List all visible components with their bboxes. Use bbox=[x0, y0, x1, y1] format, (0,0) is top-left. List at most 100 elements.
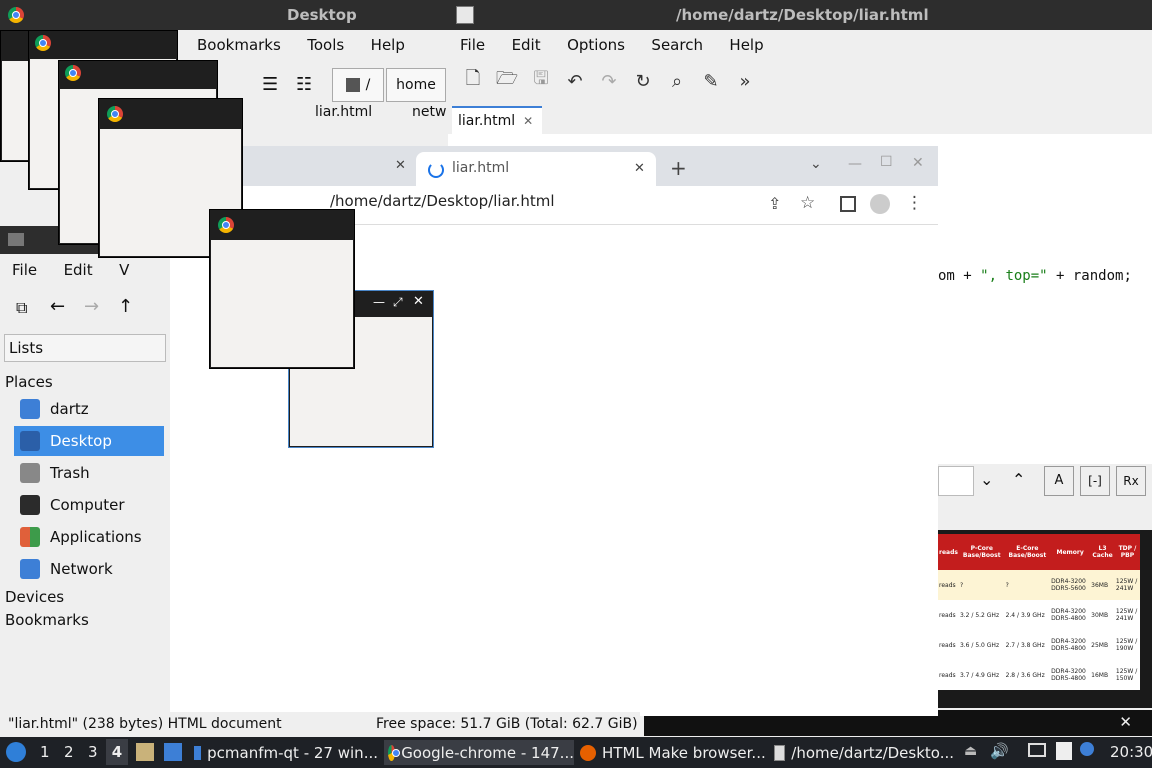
maximize-icon[interactable]: ☐ bbox=[880, 154, 893, 170]
detail-view-icon[interactable]: ☷ bbox=[296, 74, 312, 95]
workspace-4[interactable]: 4 bbox=[106, 739, 128, 765]
task-editor[interactable]: /home/dartz/Deskto... bbox=[774, 740, 954, 765]
minimize-icon[interactable]: — bbox=[848, 156, 862, 172]
editor-title: /home/dartz/Desktop/liar.html bbox=[676, 6, 929, 24]
back-arrow-icon[interactable]: ← bbox=[50, 296, 65, 317]
workspace-1[interactable]: 1 bbox=[40, 743, 50, 761]
profile-avatar[interactable] bbox=[870, 194, 890, 214]
chevron-up-icon[interactable]: ⌃ bbox=[1012, 470, 1025, 489]
tab-search-icon[interactable]: ⌄ bbox=[810, 156, 822, 172]
sidebar-item-dartz[interactable]: dartz bbox=[14, 394, 164, 424]
find-combo[interactable] bbox=[938, 466, 974, 496]
find-icon[interactable]: ⌕ bbox=[662, 66, 692, 96]
close-window-icon[interactable]: ✕ bbox=[912, 155, 924, 171]
editor-toolbar: 🗋 🗁 🖫 ↶ ↷ ↻ ⌕ ✎ » bbox=[458, 66, 760, 96]
workspace-2[interactable]: 2 bbox=[64, 743, 74, 761]
fm-menu-file[interactable]: File bbox=[12, 261, 37, 279]
side-panel-icon[interactable] bbox=[840, 196, 856, 212]
forward-arrow-icon[interactable]: → bbox=[84, 296, 99, 317]
chrome-tab-title: liar.html bbox=[452, 160, 510, 176]
table-cell: 3.7 / 4.9 GHz bbox=[959, 671, 1000, 679]
show-desktop-icon[interactable] bbox=[164, 743, 182, 761]
url-text[interactable]: /home/dartz/Desktop/liar.html bbox=[330, 192, 555, 210]
editor-menu-help[interactable]: Help bbox=[729, 36, 763, 54]
more-icon[interactable]: » bbox=[730, 66, 760, 96]
task-firefox[interactable]: HTML Make browser... bbox=[580, 740, 766, 765]
sidebar-item-computer[interactable]: Computer bbox=[14, 490, 164, 520]
workspace-3[interactable]: 3 bbox=[88, 743, 98, 761]
path-root-button[interactable]: / bbox=[332, 68, 384, 102]
status-free-space: Free space: 51.7 GiB (Total: 62.7 GiB) bbox=[376, 716, 638, 732]
menu-bookmarks[interactable]: Bookmarks bbox=[197, 36, 281, 54]
task-pcmanfm[interactable]: pcmanfm-qt - 27 win... bbox=[194, 740, 378, 765]
close-icon[interactable]: ✕ bbox=[413, 294, 424, 309]
chevron-down-icon[interactable]: ⌄ bbox=[980, 470, 993, 489]
app-menu-icon[interactable] bbox=[6, 742, 26, 762]
new-file-icon[interactable]: 🗋 bbox=[458, 66, 488, 96]
list-view-icon[interactable]: ☰ bbox=[262, 74, 278, 95]
reload-icon[interactable]: ↻ bbox=[628, 66, 658, 96]
fm-menu-edit[interactable]: Edit bbox=[64, 261, 93, 279]
close-icon[interactable]: ✕ bbox=[395, 158, 406, 173]
new-window-icon[interactable]: ⧉ bbox=[16, 298, 27, 318]
regex-icon[interactable]: Rx bbox=[1116, 466, 1146, 496]
clock: 20:30 bbox=[1110, 743, 1152, 761]
undo-icon[interactable]: ↶ bbox=[560, 66, 590, 96]
editor-menu-search[interactable]: Search bbox=[651, 36, 703, 54]
notification-icon[interactable] bbox=[1080, 742, 1094, 756]
chrome-tab-active[interactable]: liar.html ✕ bbox=[416, 152, 656, 186]
sidebar-item-label: Desktop bbox=[50, 432, 112, 450]
side-pane-mode-combo[interactable]: Lists bbox=[4, 334, 166, 362]
fm-menu-view[interactable]: V bbox=[119, 261, 129, 279]
bookmark-star-icon[interactable]: ☆ bbox=[800, 193, 815, 213]
sidebar-item-label: Applications bbox=[50, 528, 142, 546]
minimize-icon[interactable]: — bbox=[373, 295, 385, 309]
editor-menu-file[interactable]: File bbox=[460, 36, 485, 54]
editor-tab[interactable]: liar.html ✕ bbox=[452, 106, 542, 134]
popup-window[interactable] bbox=[209, 209, 355, 369]
task-chrome[interactable]: Google-chrome - 147... bbox=[384, 740, 574, 765]
path-segment: home bbox=[396, 77, 436, 93]
editor-menu-edit[interactable]: Edit bbox=[512, 36, 541, 54]
menu-help[interactable]: Help bbox=[371, 36, 405, 54]
sidebar-item-trash[interactable]: Trash bbox=[14, 458, 164, 488]
clipboard-icon[interactable] bbox=[1056, 742, 1072, 760]
save-icon[interactable]: 🖫 bbox=[526, 66, 556, 96]
redo-icon[interactable]: ↷ bbox=[594, 66, 624, 96]
omnibox[interactable]: /home/dartz/Desktop/liar.html bbox=[330, 192, 830, 218]
share-icon[interactable]: ⇪ bbox=[768, 194, 781, 213]
menu-tools[interactable]: Tools bbox=[307, 36, 344, 54]
task-label: Google-chrome - 147... bbox=[401, 743, 574, 762]
loading-spinner-icon bbox=[428, 162, 444, 178]
whole-word-icon[interactable]: [-] bbox=[1080, 466, 1110, 496]
maximize-icon[interactable]: ⤢ bbox=[393, 295, 403, 310]
editor-titlebar[interactable]: /home/dartz/Desktop/liar.html bbox=[448, 0, 1152, 30]
editor-menu-options[interactable]: Options bbox=[567, 36, 625, 54]
volume-icon[interactable]: 🔊 bbox=[990, 742, 1009, 760]
table-cell: DDR4-3200 DDR5-4800 bbox=[1051, 608, 1086, 622]
table-header: Memory bbox=[1056, 548, 1084, 556]
find-replace-icon[interactable]: ✎ bbox=[696, 66, 726, 96]
network-tray-icon[interactable] bbox=[1028, 743, 1046, 757]
path-home-button[interactable]: home bbox=[386, 68, 446, 102]
menu-kebab-icon[interactable]: ⋮ bbox=[906, 193, 923, 213]
close-icon[interactable]: ✕ bbox=[1119, 713, 1132, 731]
match-case-icon[interactable]: A bbox=[1044, 466, 1074, 496]
tab-network[interactable]: netw bbox=[412, 104, 446, 120]
sidebar-item-desktop[interactable]: Desktop bbox=[14, 426, 164, 456]
close-icon[interactable]: ✕ bbox=[523, 114, 533, 128]
table-cell: 125W / 241W bbox=[1115, 578, 1138, 592]
open-file-icon[interactable]: 🗁 bbox=[492, 66, 522, 96]
drive-icon bbox=[345, 78, 360, 92]
fm-back-titlebar[interactable]: Desktop bbox=[0, 0, 448, 30]
file-manager-launcher-icon[interactable] bbox=[136, 743, 154, 761]
eject-icon[interactable]: ⏏ bbox=[964, 743, 977, 759]
sidebar-item-applications[interactable]: Applications bbox=[14, 522, 164, 552]
status-file-info: "liar.html" (238 bytes) HTML document bbox=[8, 716, 282, 732]
new-tab-button[interactable]: + bbox=[670, 156, 687, 180]
close-icon[interactable]: ✕ bbox=[634, 161, 645, 176]
tab-liar[interactable]: liar.html bbox=[315, 104, 372, 120]
sidebar-item-network[interactable]: Network bbox=[14, 554, 164, 584]
up-arrow-icon[interactable]: ↑ bbox=[118, 296, 133, 317]
chrome-icon bbox=[65, 65, 81, 81]
